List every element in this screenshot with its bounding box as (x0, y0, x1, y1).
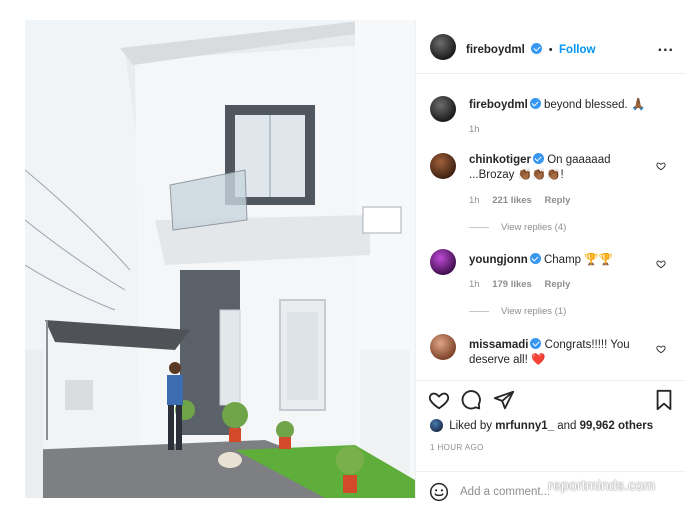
reply-button[interactable]: Reply (544, 279, 570, 290)
commenter-avatar[interactable] (430, 334, 456, 360)
likes-prefix: Liked by (449, 420, 493, 432)
comment-like-heart-icon[interactable] (656, 259, 666, 269)
likes-middle: and (557, 420, 577, 432)
comment-like-heart-icon[interactable] (656, 161, 666, 171)
view-replies-label: View replies (1) (501, 306, 567, 317)
view-replies-label: View replies (4) (501, 222, 567, 233)
comment-username[interactable]: missamadi (469, 339, 528, 351)
post-timestamp[interactable]: 1 HOUR AGO (430, 443, 484, 452)
verified-badge-icon (530, 338, 542, 349)
more-options-icon[interactable]: ... (658, 38, 674, 56)
verified-badge-icon (532, 153, 544, 164)
comment-text-line: chinkotiger On gaaaaad ...Brozay 👏🏾👏🏾👏🏾! (469, 153, 649, 183)
comment-meta: 1h 221 likes Reply (469, 195, 580, 206)
emoji-icon[interactable] (429, 482, 449, 502)
heart-icon[interactable] (428, 389, 450, 411)
separator-dot: • (548, 44, 553, 56)
comment-username[interactable]: chinkotiger (469, 154, 531, 166)
share-icon[interactable] (493, 389, 515, 411)
comment-time[interactable]: 1h (469, 195, 480, 206)
replies-divider (469, 310, 489, 312)
comment-icon[interactable] (460, 389, 482, 411)
commenter-avatar[interactable] (430, 153, 456, 179)
post-header: fireboydml • Follow ... (416, 20, 686, 74)
house-image (25, 20, 415, 498)
comment-like-heart-icon[interactable] (656, 344, 666, 354)
post-photo[interactable] (25, 20, 415, 498)
caption-username[interactable]: fireboydml (469, 99, 528, 111)
author-line: fireboydml • Follow (466, 40, 595, 58)
reply-button[interactable]: Reply (544, 195, 570, 206)
caption-text: beyond blessed. 🙏🏾 (544, 99, 646, 111)
comment-likes[interactable]: 221 likes (492, 195, 532, 206)
likes-summary: Liked by mrfunny1_ and 99,962 others (430, 419, 653, 432)
replies-divider (469, 226, 489, 228)
caption-text-line: fireboydml beyond blessed. 🙏🏾 (469, 98, 649, 113)
author-avatar[interactable] (430, 34, 456, 60)
comment-time[interactable]: 1h (469, 279, 480, 290)
caption-meta: 1h (469, 124, 490, 135)
follow-button[interactable]: Follow (559, 44, 595, 56)
verified-badge-icon (529, 98, 541, 109)
caption-avatar[interactable] (430, 96, 456, 122)
comment-username[interactable]: youngjonn (469, 254, 528, 266)
likes-count[interactable]: 99,962 others (580, 420, 654, 432)
comment-likes[interactable]: 179 likes (492, 279, 532, 290)
liker-username[interactable]: mrfunny1_ (495, 420, 554, 432)
comment-item: chinkotiger On gaaaaad ...Brozay 👏🏾👏🏾👏🏾!… (416, 145, 686, 240)
caption: fireboydml beyond blessed. 🙏🏾 1h (416, 90, 686, 140)
author-username[interactable]: fireboydml (466, 44, 525, 56)
view-replies-button[interactable]: View replies (4) (469, 222, 566, 233)
comment-text: Champ 🏆🏆 (543, 254, 613, 266)
post-panel: fireboydml • Follow ... fireboydml beyon… (415, 20, 686, 502)
comment-meta: 1h 179 likes Reply (469, 279, 580, 290)
comment-item: youngjonn Champ 🏆🏆 1h 179 likes Reply Vi… (416, 245, 686, 325)
caption-time[interactable]: 1h (469, 124, 480, 135)
view-replies-button[interactable]: View replies (1) (469, 306, 566, 317)
verified-badge-icon (531, 43, 543, 54)
comment-item: missamadi Congrats!!!!! You deserve all!… (416, 330, 686, 375)
bookmark-icon[interactable] (654, 389, 674, 411)
commenter-avatar[interactable] (430, 249, 456, 275)
watermark: reportminds.com (548, 477, 656, 493)
comment-text-line: youngjonn Champ 🏆🏆 (469, 253, 649, 268)
liker-avatar[interactable] (430, 419, 443, 432)
verified-badge-icon (529, 253, 541, 264)
add-comment-input[interactable]: Add a comment... (460, 486, 550, 498)
comment-text-line: missamadi Congrats!!!!! You deserve all!… (469, 338, 649, 368)
